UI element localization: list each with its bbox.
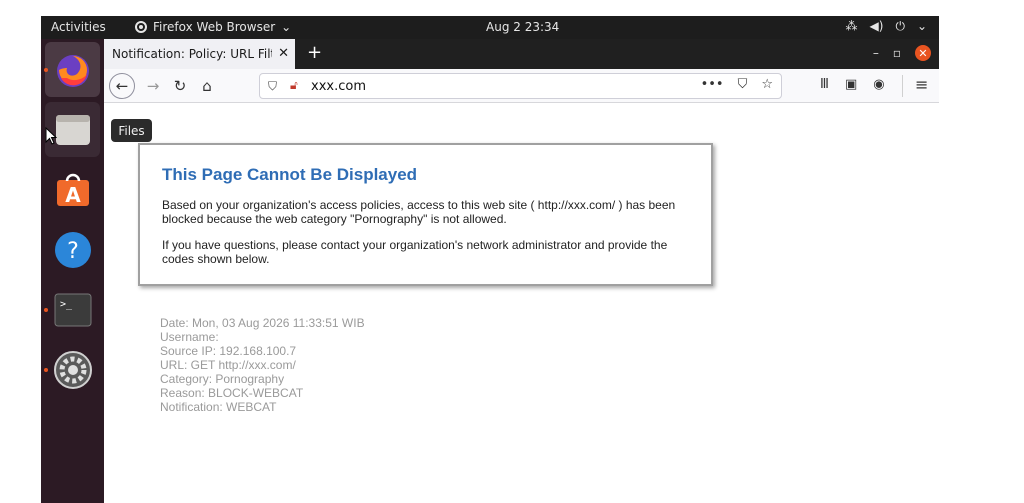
firefox-window: Notification: Policy: URL Filt ✕ + – ▫ ✕… <box>104 39 939 503</box>
dock-item-settings[interactable] <box>45 342 100 397</box>
chevron-down-icon: ⌄ <box>916 19 927 33</box>
running-indicator <box>44 308 48 312</box>
page-title: This Page Cannot Be Displayed <box>162 165 418 184</box>
files-tooltip: Files <box>111 119 152 142</box>
system-tray[interactable]: ⁂ ◀) ⏻ ⌄ <box>846 19 927 34</box>
back-button[interactable]: ← <box>109 73 135 99</box>
url-text[interactable]: xxx.com <box>311 79 366 94</box>
url-bar[interactable]: ⛉ 🔓︎ xxx.com ••• ⛉ ☆ <box>259 73 782 99</box>
reload-button[interactable]: ↻ <box>168 75 192 97</box>
insecure-lock-icon[interactable]: 🔓︎ <box>290 78 298 93</box>
url-actions: ••• ⛉ ☆ <box>701 77 773 92</box>
forward-button[interactable]: → <box>141 75 165 97</box>
tab-active[interactable]: Notification: Policy: URL Filt ✕ <box>104 39 295 69</box>
block-reason-text: Based on your organization's access poli… <box>162 198 676 226</box>
activities-button[interactable]: Activities <box>51 20 106 34</box>
tab-title: Notification: Policy: URL Filt <box>112 47 272 61</box>
terminal-icon: >_ <box>54 293 91 326</box>
tab-bar: Notification: Policy: URL Filt ✕ + – ▫ ✕ <box>104 39 939 69</box>
running-indicator <box>44 368 48 372</box>
detail-line: Notification: WEBCAT <box>160 400 277 414</box>
gnome-top-bar: Activities Firefox Web Browser ⌄ Aug 2 2… <box>41 16 939 39</box>
detail-line: URL: GET http://xxx.com/ <box>160 358 296 372</box>
sidebar-icon[interactable]: ▣ <box>845 77 857 92</box>
page-content: This Page Cannot Be Displayed Based on y… <box>104 103 939 503</box>
svg-text:>_: >_ <box>60 299 73 310</box>
clock[interactable]: Aug 2 23:34 <box>486 20 559 34</box>
dock-item-terminal[interactable]: >_ <box>45 282 100 337</box>
running-indicator <box>44 68 48 72</box>
firefox-icon <box>56 54 89 87</box>
files-icon <box>55 114 90 145</box>
svg-text:?: ? <box>67 239 79 264</box>
bookmark-star-icon[interactable]: ☆ <box>761 77 773 92</box>
mouse-cursor-icon <box>45 127 57 145</box>
account-icon[interactable]: ◉ <box>873 77 884 92</box>
block-details: Date: Mon, 03 Aug 2026 11:33:51 WIB User… <box>160 316 365 414</box>
dock-item-firefox[interactable] <box>45 42 100 97</box>
toolbar-right: Ⅲ ▣ ◉ <box>820 77 885 92</box>
power-icon: ⏻ <box>895 19 905 33</box>
close-tab-icon[interactable]: ✕ <box>278 46 289 61</box>
minimize-button[interactable]: – <box>873 46 879 60</box>
volume-icon: ◀) <box>869 19 884 33</box>
dock-item-software[interactable]: A <box>45 162 100 217</box>
shield-icon[interactable]: ⛉ <box>268 79 277 94</box>
settings-gear-icon <box>53 350 92 389</box>
help-icon: ? <box>54 231 91 268</box>
dock: A ? >_ <box>41 39 104 503</box>
app-menu[interactable]: Firefox Web Browser ⌄ <box>135 20 291 34</box>
close-window-button[interactable]: ✕ <box>915 45 931 61</box>
pocket-icon[interactable]: ⛉ <box>738 77 748 92</box>
hamburger-menu-icon[interactable]: ≡ <box>915 75 928 94</box>
detail-line: Username: <box>160 330 219 344</box>
svg-text:A: A <box>65 183 81 207</box>
detail-line: Source IP: 192.168.100.7 <box>160 344 297 358</box>
app-menu-label: Firefox Web Browser <box>153 20 276 34</box>
page-actions-icon[interactable]: ••• <box>701 77 724 92</box>
block-notice-box: This Page Cannot Be Displayed Based on y… <box>138 143 713 286</box>
navigation-toolbar: ← → ↻ ⌂ ⛉ 🔓︎ xxx.com ••• ⛉ ☆ Ⅲ ▣ ◉ ≡ <box>104 69 939 103</box>
dock-item-help[interactable]: ? <box>45 222 100 277</box>
home-button[interactable]: ⌂ <box>195 75 219 97</box>
network-icon: ⁂ <box>845 19 858 33</box>
new-tab-button[interactable]: + <box>307 42 322 63</box>
toolbar-separator <box>902 75 903 97</box>
detail-line: Reason: BLOCK-WEBCAT <box>160 386 304 400</box>
firefox-small-icon <box>135 21 147 33</box>
window-controls: – ▫ ✕ <box>873 45 931 61</box>
software-center-icon: A <box>56 173 89 207</box>
contact-admin-text: If you have questions, please contact yo… <box>162 238 668 266</box>
maximize-button[interactable]: ▫ <box>893 46 901 60</box>
detail-line: Category: Pornography <box>160 372 285 386</box>
detail-line: Date: Mon, 03 Aug 2026 11:33:51 WIB <box>160 316 365 330</box>
chevron-down-icon: ⌄ <box>281 20 292 34</box>
desktop-screen: Activities Firefox Web Browser ⌄ Aug 2 2… <box>41 16 939 503</box>
library-icon[interactable]: Ⅲ <box>820 77 829 92</box>
